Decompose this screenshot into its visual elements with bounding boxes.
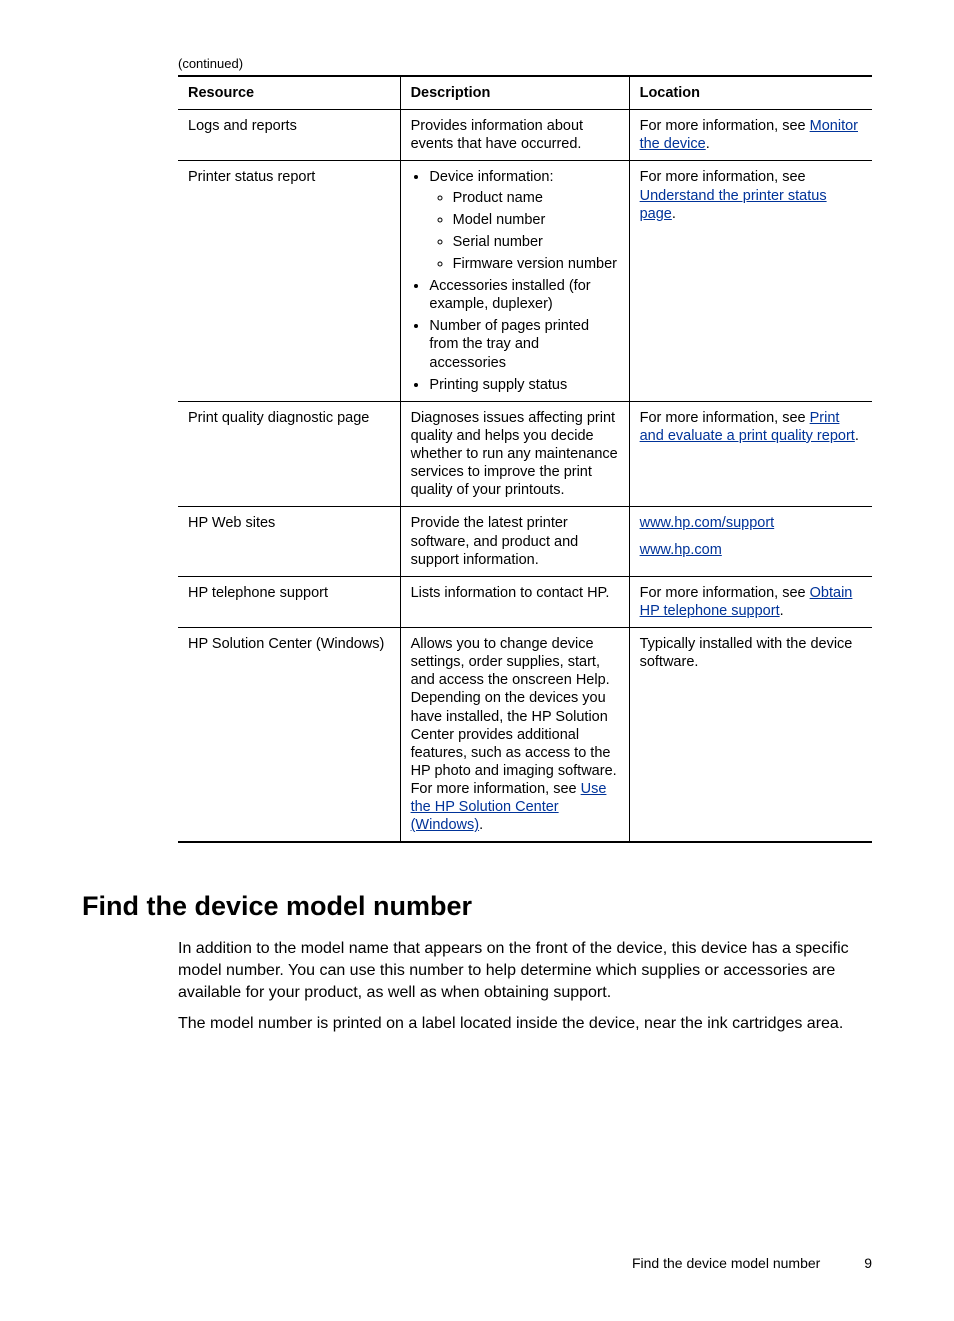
continued-label: (continued) bbox=[178, 56, 872, 71]
body-paragraph: The model number is printed on a label l… bbox=[178, 1013, 872, 1035]
table-row: Printer status report Device information… bbox=[178, 161, 872, 401]
cell-description: Device information: Product name Model n… bbox=[400, 161, 629, 401]
loc-prefix: For more information, see bbox=[640, 118, 810, 134]
cell-location: For more information, see Print and eval… bbox=[629, 401, 872, 507]
loc-prefix: For more information, see bbox=[640, 169, 806, 185]
cell-resource: Printer status report bbox=[178, 161, 400, 401]
desc-part2: . bbox=[479, 817, 483, 833]
link-hp-support[interactable]: www.hp.com/support bbox=[640, 514, 862, 532]
table-row: Print quality diagnostic page Diagnoses … bbox=[178, 401, 872, 507]
cell-description: Provides information about events that h… bbox=[400, 110, 629, 161]
cell-resource: HP Solution Center (Windows) bbox=[178, 628, 400, 843]
col-description: Description bbox=[400, 76, 629, 110]
document-page: (continued) Resource Description Locatio… bbox=[0, 0, 954, 1321]
cell-location: For more information, see Monitor the de… bbox=[629, 110, 872, 161]
desc-part1: Allows you to change device settings, or… bbox=[411, 636, 617, 797]
list-item: Accessories installed (for example, dupl… bbox=[429, 277, 618, 313]
cell-resource: Print quality diagnostic page bbox=[178, 401, 400, 507]
cell-description: Allows you to change device settings, or… bbox=[400, 628, 629, 843]
body-paragraph: In addition to the model name that appea… bbox=[178, 938, 872, 1003]
page-footer: Find the device model number 9 bbox=[632, 1255, 872, 1271]
loc-prefix: For more information, see bbox=[640, 410, 810, 426]
cell-location: www.hp.com/support www.hp.com bbox=[629, 507, 872, 576]
loc-suffix: . bbox=[672, 206, 676, 222]
list-item: Product name bbox=[453, 189, 619, 207]
list-item: Number of pages printed from the tray an… bbox=[429, 317, 618, 371]
list-item: Serial number bbox=[453, 233, 619, 251]
sub-bullet-list: Product name Model number Serial number … bbox=[429, 189, 618, 274]
bullet-list: Device information: Product name Model n… bbox=[411, 168, 619, 393]
list-item: Model number bbox=[453, 211, 619, 229]
table-row: Logs and reports Provides information ab… bbox=[178, 110, 872, 161]
link-printer-status-page[interactable]: Understand the printer status page bbox=[640, 188, 827, 222]
resources-table: Resource Description Location Logs and r… bbox=[178, 75, 872, 843]
table-header-row: Resource Description Location bbox=[178, 76, 872, 110]
link-hp-com[interactable]: www.hp.com bbox=[640, 541, 862, 559]
col-location: Location bbox=[629, 76, 872, 110]
loc-suffix: . bbox=[780, 603, 784, 619]
footer-page-number: 9 bbox=[864, 1255, 872, 1271]
section-heading: Find the device model number bbox=[82, 891, 872, 922]
loc-prefix: For more information, see bbox=[640, 585, 810, 601]
footer-title: Find the device model number bbox=[632, 1255, 820, 1271]
table-row: HP telephone support Lists information t… bbox=[178, 576, 872, 627]
cell-resource: Logs and reports bbox=[178, 110, 400, 161]
cell-location: Typically installed with the device soft… bbox=[629, 628, 872, 843]
list-item: Firmware version number bbox=[453, 255, 619, 273]
table-row: HP Solution Center (Windows) Allows you … bbox=[178, 628, 872, 843]
loc-suffix: . bbox=[706, 136, 710, 152]
cell-resource: HP Web sites bbox=[178, 507, 400, 576]
cell-description: Diagnoses issues affecting print quality… bbox=[400, 401, 629, 507]
cell-resource: HP telephone support bbox=[178, 576, 400, 627]
list-item: Printing supply status bbox=[429, 376, 618, 394]
loc-suffix: . bbox=[855, 428, 859, 444]
table-row: HP Web sites Provide the latest printer … bbox=[178, 507, 872, 576]
cell-description: Lists information to contact HP. bbox=[400, 576, 629, 627]
list-item: Device information: Product name Model n… bbox=[429, 168, 618, 273]
cell-description: Provide the latest printer software, and… bbox=[400, 507, 629, 576]
list-item-text: Device information: bbox=[429, 169, 553, 185]
cell-location: For more information, see Understand the… bbox=[629, 161, 872, 401]
col-resource: Resource bbox=[178, 76, 400, 110]
cell-location: For more information, see Obtain HP tele… bbox=[629, 576, 872, 627]
